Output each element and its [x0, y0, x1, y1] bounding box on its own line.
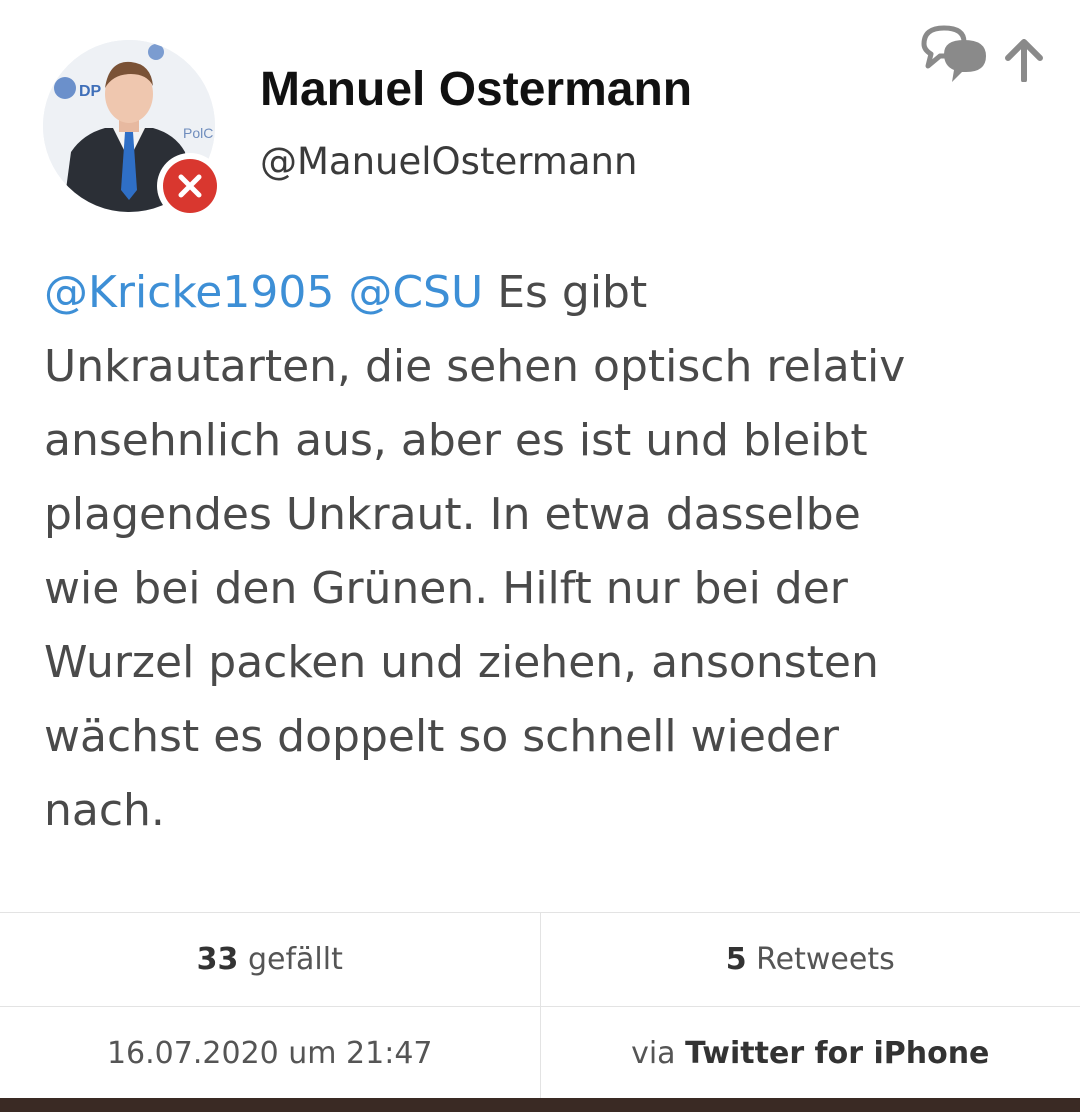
- retweets-count[interactable]: 5 Retweets: [541, 913, 1080, 1006]
- stats-row-counts: 33 gefällt 5 Retweets: [0, 913, 1080, 1007]
- tweet-timestamp: 16.07.2020 um 21:47: [0, 1007, 541, 1099]
- svg-text:DP: DP: [79, 83, 102, 100]
- blocked-badge: [157, 153, 223, 219]
- likes-number: 33: [196, 942, 239, 977]
- retweets-label: Retweets: [756, 942, 895, 977]
- mention-csu[interactable]: @CSU: [348, 267, 483, 318]
- tweet-line: ansehnlich aus, aber es ist und bleibt: [44, 415, 868, 466]
- mention-kricke1905[interactable]: @Kricke1905: [44, 267, 334, 318]
- svg-text:PolC: PolC: [183, 125, 213, 141]
- arrow-up-icon[interactable]: [1002, 36, 1046, 86]
- tweet-line: Unkrautarten, die sehen optisch relativ: [44, 341, 906, 392]
- tweet-line: wächst es doppelt so schnell wieder: [44, 711, 840, 762]
- tweet-line: plagendes Unkraut. In etwa dasselbe: [44, 489, 861, 540]
- retweets-number: 5: [725, 942, 747, 977]
- source-app: Twitter for iPhone: [685, 1035, 990, 1071]
- stats-row-meta: 16.07.2020 um 21:47 via Twitter for iPho…: [0, 1007, 1080, 1099]
- tweet-line: @Kricke1905 @CSU Es gibt: [44, 256, 1054, 330]
- tweet-line-text: Es gibt: [497, 267, 648, 318]
- display-name[interactable]: Manuel Ostermann: [260, 62, 692, 117]
- tweet-line: nach.: [44, 785, 165, 836]
- source-prefix: via: [631, 1035, 676, 1071]
- tweet-line: Wurzel packen und ziehen, ansonsten: [44, 637, 879, 688]
- bottom-edge: [0, 1098, 1080, 1112]
- user-handle[interactable]: @ManuelOstermann: [260, 140, 637, 183]
- tweet-line: wie bei den Grünen. Hilft nur bei der: [44, 563, 848, 614]
- tweet-source[interactable]: via Twitter for iPhone: [541, 1007, 1080, 1099]
- likes-label: gefällt: [247, 942, 343, 977]
- tweet-actions: [918, 22, 1058, 92]
- tweet-stats: 33 gefällt 5 Retweets 16.07.2020 um 21:4…: [0, 912, 1080, 1099]
- likes-count[interactable]: 33 gefällt: [0, 913, 541, 1006]
- close-icon: [163, 159, 217, 213]
- conversation-icon[interactable]: [918, 22, 996, 96]
- tweet-text: @Kricke1905 @CSU Es gibt Unkrautarten, d…: [44, 256, 1054, 848]
